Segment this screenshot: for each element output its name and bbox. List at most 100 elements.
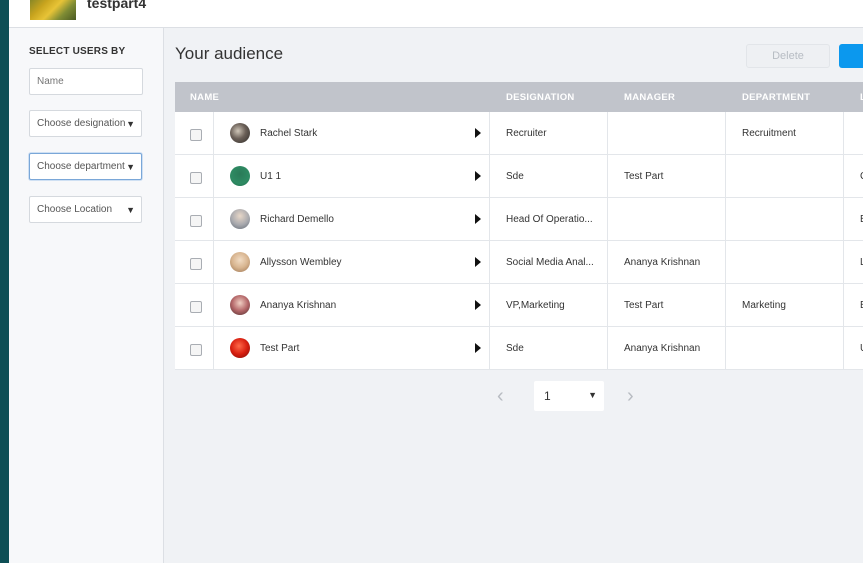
column-header-manager[interactable]: MANAGER — [624, 82, 675, 112]
designation-select[interactable]: Choose designation ▼ — [29, 110, 142, 137]
cell-divider — [843, 327, 844, 370]
cell-divider — [607, 284, 608, 327]
department-select-value: Choose department — [37, 161, 125, 172]
cell-divider — [725, 284, 726, 327]
manager-cell: Ananya Krishnan — [624, 343, 701, 354]
cell-divider — [213, 112, 214, 155]
designation-select-value: Choose designation — [37, 118, 126, 129]
table-row[interactable]: Richard DemelloHead Of Operatio...B — [175, 198, 863, 241]
cell-divider — [607, 327, 608, 370]
page-number: 1 — [544, 389, 551, 403]
column-header-name[interactable]: NAME — [190, 82, 219, 112]
table-row[interactable]: Test PartSdeAnanya KrishnanU — [175, 327, 863, 370]
cell-divider — [725, 241, 726, 284]
cell-divider — [725, 155, 726, 198]
cell-divider — [607, 112, 608, 155]
table-header: NAME DESIGNATION MANAGER DEPARTMENT L — [175, 82, 863, 112]
table-row[interactable]: Allysson Wembley Social Media Anal... Anan… — [175, 241, 863, 284]
cell-divider — [725, 327, 726, 370]
page-title: Your audience — [175, 44, 284, 63]
row-checkbox[interactable] — [190, 215, 202, 227]
cell-divider — [213, 155, 214, 198]
table-row[interactable]: Rachel Stark Recruiter Recruitment — [175, 112, 863, 155]
row-checkbox[interactable] — [190, 172, 202, 184]
cell-divider — [607, 241, 608, 284]
pagination: ‹ 1 ▼ › — [495, 380, 645, 412]
left-accent-strip — [0, 0, 9, 563]
user-name: Ananya Krishnan — [260, 300, 337, 311]
user-name: Test Part — [260, 343, 300, 354]
delete-button[interactable]: Delete — [746, 44, 830, 68]
user-name: Richard Demello — [260, 214, 334, 225]
location-select[interactable]: Choose Location ▼ — [29, 196, 142, 223]
chevron-right-icon[interactable]: › — [627, 385, 634, 408]
column-header-designation[interactable]: DESIGNATION — [506, 82, 575, 112]
sidebar-heading: SELECT USERS BY — [29, 46, 126, 57]
column-header-department[interactable]: DEPARTMENT — [742, 82, 810, 112]
table-body: Rachel Stark Recruiter Recruitment U1 1 Sde T… — [175, 112, 863, 370]
project-thumbnail — [30, 0, 76, 20]
manager-cell: Ananya Krishnan — [624, 257, 701, 268]
cell-divider — [607, 198, 608, 241]
manager-cell: Test Part — [624, 171, 664, 182]
location-select-value: Choose Location — [37, 204, 113, 215]
cell-divider — [843, 284, 844, 327]
department-cell — [742, 155, 852, 198]
expand-arrow-icon[interactable] — [475, 171, 481, 181]
audience-table: NAME DESIGNATION MANAGER DEPARTMENT L Ra… — [175, 82, 863, 370]
expand-arrow-icon[interactable] — [475, 214, 481, 224]
expand-arrow-icon[interactable] — [475, 257, 481, 267]
cell-divider — [489, 198, 490, 241]
avatar — [230, 209, 250, 229]
department-cell — [742, 241, 852, 284]
manager-cell: Test Part — [624, 300, 664, 311]
cell-divider — [489, 241, 490, 284]
cell-divider — [725, 112, 726, 155]
expand-arrow-icon[interactable] — [475, 128, 481, 138]
expand-arrow-icon[interactable] — [475, 300, 481, 310]
designation-cell: Social Media Anal... — [506, 257, 594, 268]
filter-sidebar: SELECT USERS BY Choose designation ▼ Cho… — [9, 28, 164, 563]
cell-divider — [213, 198, 214, 241]
top-bar: testpart4 — [9, 0, 863, 28]
cell-divider — [213, 327, 214, 370]
row-checkbox[interactable] — [190, 129, 202, 141]
primary-action-button[interactable] — [839, 44, 863, 68]
avatar — [230, 123, 250, 143]
chevron-left-icon[interactable]: ‹ — [497, 385, 504, 408]
table-row[interactable]: U1 1SdeTest PartC — [175, 155, 863, 198]
chevron-down-icon: ▼ — [126, 119, 135, 129]
department-select[interactable]: Choose department ▼ — [29, 153, 142, 180]
user-name: Allysson Wembley — [260, 257, 342, 268]
avatar — [230, 338, 250, 358]
user-name: Rachel Stark — [260, 128, 318, 139]
cell-divider — [607, 155, 608, 198]
avatar — [230, 252, 250, 272]
cell-divider — [489, 327, 490, 370]
manager-cell — [624, 112, 734, 155]
cell-divider — [213, 241, 214, 284]
row-checkbox[interactable] — [190, 258, 202, 270]
department-cell — [742, 327, 852, 370]
avatar — [230, 166, 250, 186]
cell-divider — [843, 155, 844, 198]
page-select[interactable]: 1 ▼ — [534, 381, 604, 411]
cell-divider — [489, 155, 490, 198]
row-checkbox[interactable] — [190, 301, 202, 313]
cell-divider — [843, 112, 844, 155]
designation-cell: Head Of Operatio... — [506, 214, 593, 225]
chevron-down-icon: ▼ — [126, 162, 135, 172]
name-input[interactable] — [29, 68, 143, 95]
cell-divider — [213, 284, 214, 327]
project-title: testpart4 — [87, 0, 147, 11]
department-cell: Marketing — [742, 300, 786, 311]
table-row[interactable]: Ananya Krishnan VP,Marketing Test Part Mark… — [175, 284, 863, 327]
designation-cell: Recruiter — [506, 128, 547, 139]
cell-divider — [843, 198, 844, 241]
cell-divider — [489, 112, 490, 155]
row-checkbox[interactable] — [190, 344, 202, 356]
expand-arrow-icon[interactable] — [475, 343, 481, 353]
cell-divider — [489, 284, 490, 327]
cell-divider — [843, 241, 844, 284]
department-cell: Recruitment — [742, 128, 796, 139]
